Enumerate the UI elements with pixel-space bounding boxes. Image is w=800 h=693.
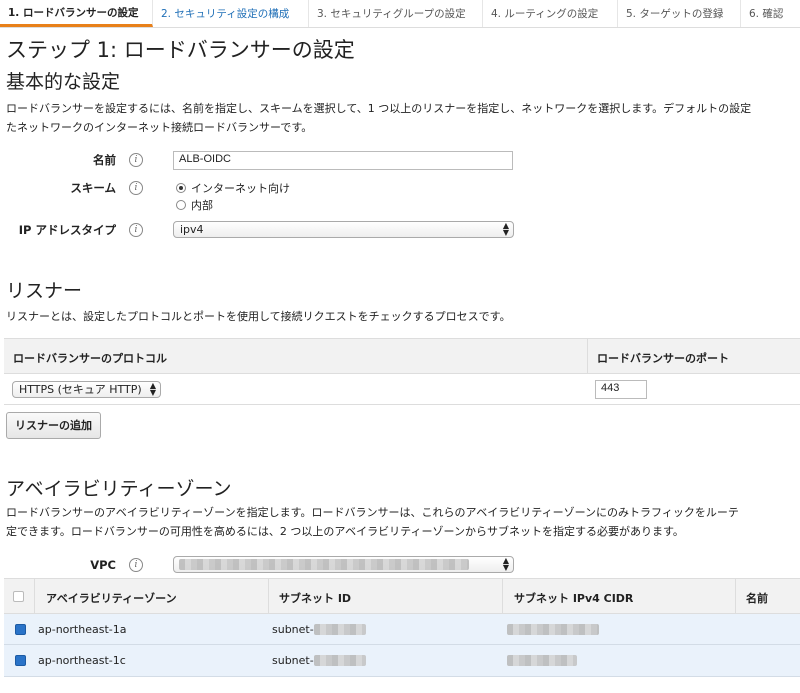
col-protocol: ロードバランサーのプロトコル	[13, 352, 167, 365]
listeners-desc: リスナーとは、設定したプロトコルとポートを使用して接続リクエストをチェックするプ…	[6, 310, 511, 323]
select-arrows-icon: ▲ ▼	[149, 381, 156, 397]
basic-desc-line1: ロードバランサーを設定するには、名前を指定し、スキームを選択して、1 つ以上のリ…	[6, 102, 752, 115]
ip-type-info-icon[interactable]: i	[129, 223, 143, 237]
col-cidr: サブネット IPv4 CIDR	[514, 592, 634, 605]
scheme-label: スキーム	[70, 181, 116, 195]
vpc-info-icon[interactable]: i	[129, 558, 143, 572]
col-name: 名前	[746, 592, 768, 605]
step-4-tab[interactable]: 4. ルーティングの設定	[483, 0, 618, 27]
row-checkbox[interactable]	[15, 655, 26, 666]
listeners-table-header: ロードバランサーのプロトコル ロードバランサーのポート	[4, 338, 800, 374]
table-row[interactable]: ap-northeast-1c subnet-	[4, 645, 800, 677]
subnet-redacted	[314, 655, 366, 666]
name-info-icon[interactable]: i	[129, 153, 143, 167]
vpc-label: VPC	[90, 558, 116, 572]
ip-type-label: IP アドレスタイプ	[18, 223, 116, 237]
zone-cell: ap-northeast-1a	[38, 623, 127, 636]
wizard-steps: 1. ロードバランサーの設定 2. セキュリティ設定の構成 3. セキュリティグ…	[0, 0, 800, 28]
radio-selected[interactable]	[176, 183, 186, 193]
protocol-value: HTTPS (セキュア HTTP)	[19, 383, 142, 396]
vpc-value-redacted	[179, 559, 469, 570]
step-1-tab[interactable]: 1. ロードバランサーの設定	[0, 0, 153, 27]
port-input[interactable]: 443	[595, 380, 647, 399]
protocol-select[interactable]: HTTPS (セキュア HTTP) ▲ ▼	[12, 381, 161, 398]
page-title: ステップ 1: ロードバランサーの設定	[6, 38, 355, 62]
name-input[interactable]: ALB-OIDC	[173, 151, 513, 170]
step-5-tab[interactable]: 5. ターゲットの登録	[618, 0, 741, 27]
basic-settings-heading: 基本的な設定	[6, 71, 121, 93]
scheme-option-internet-label: インターネット向け	[191, 182, 290, 195]
az-desc-line2: 定できます。ロードバランサーの可用性を高めるには、2 つ以上のアベイラビリティー…	[6, 525, 684, 538]
step-2-tab[interactable]: 2. セキュリティ設定の構成	[153, 0, 309, 27]
select-arrows-icon: ▲ ▼	[502, 556, 509, 572]
step-6-tab[interactable]: 6. 確認	[741, 0, 800, 27]
listeners-heading: リスナー	[6, 280, 83, 302]
ip-type-value: ipv4	[180, 223, 204, 236]
col-divider	[34, 579, 35, 613]
col-port: ロードバランサーのポート	[597, 352, 729, 365]
radio-unselected[interactable]	[176, 200, 186, 210]
cidr-redacted	[507, 655, 577, 666]
az-heading: アベイラビリティーゾーン	[6, 478, 232, 500]
scheme-option-internet[interactable]: インターネット向け	[176, 180, 290, 196]
subnet-cell: subnet-	[272, 623, 314, 636]
scheme-option-internal-label: 内部	[191, 199, 213, 212]
add-listener-button[interactable]: リスナーの追加	[6, 412, 101, 439]
cidr-redacted	[507, 624, 599, 635]
subnets-table-header: アベイラビリティーゾーン サブネット ID サブネット IPv4 CIDR 名前	[4, 578, 800, 614]
table-row[interactable]: ap-northeast-1a subnet-	[4, 614, 800, 645]
col-divider	[735, 579, 736, 613]
col-subnet-id: サブネット ID	[279, 592, 352, 605]
subnet-redacted	[314, 624, 366, 635]
subnet-cell: subnet-	[272, 654, 314, 667]
row-checkbox[interactable]	[15, 624, 26, 635]
az-desc-line1: ロードバランサーのアベイラビリティーゾーンを指定します。ロードバランサーは、これ…	[6, 506, 739, 519]
select-all-checkbox[interactable]	[13, 591, 24, 602]
zone-cell: ap-northeast-1c	[38, 654, 126, 667]
scheme-option-internal[interactable]: 内部	[176, 197, 213, 213]
select-arrows-icon: ▲ ▼	[502, 221, 509, 237]
col-divider	[502, 579, 503, 613]
scheme-info-icon[interactable]: i	[129, 181, 143, 195]
col-divider	[587, 339, 588, 373]
col-divider	[268, 579, 269, 613]
step-3-tab[interactable]: 3. セキュリティグループの設定	[309, 0, 483, 27]
basic-desc-line2: たネットワークのインターネット接続ロードバランサーです。	[6, 121, 313, 134]
name-label: 名前	[93, 153, 116, 167]
vpc-select[interactable]: ▲ ▼	[173, 556, 514, 573]
col-zone: アベイラビリティーゾーン	[46, 592, 177, 605]
ip-type-select[interactable]: ipv4 ▲ ▼	[173, 221, 514, 238]
listener-row-divider	[4, 404, 800, 405]
